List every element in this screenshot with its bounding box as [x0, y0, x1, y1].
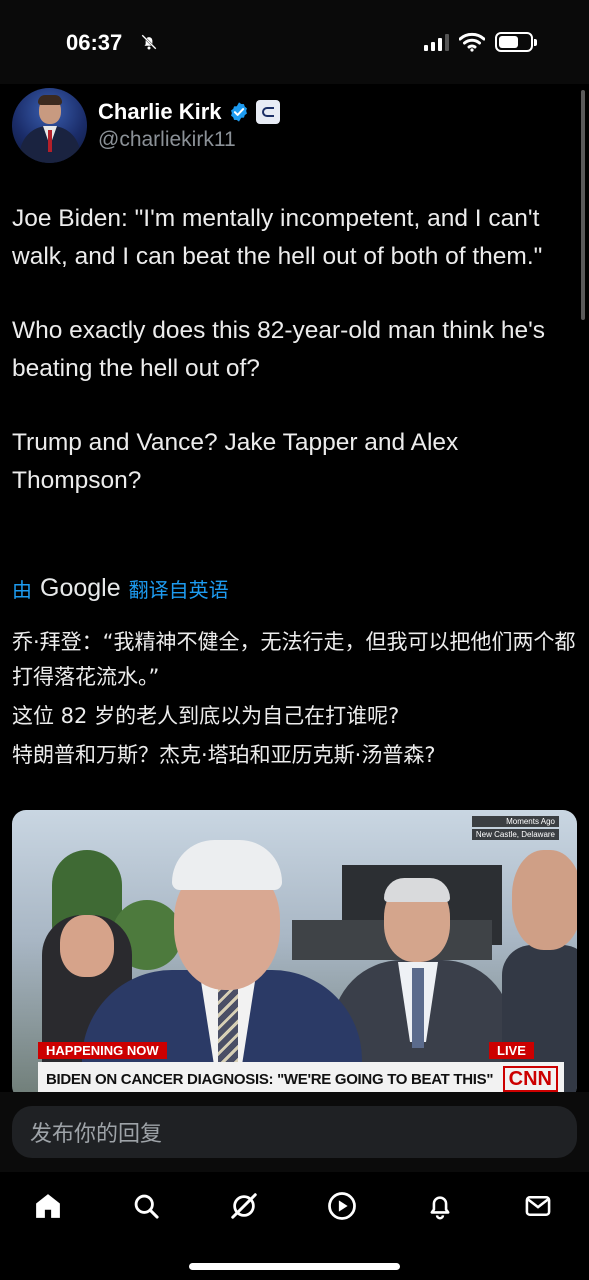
- news-chyron: BIDEN ON CANCER DIAGNOSIS: "WE'RE GOING …: [38, 1062, 564, 1096]
- tweet-paragraph: Who exactly does this 82-year-old man th…: [12, 317, 552, 382]
- verified-badge-icon[interactable]: [228, 101, 250, 123]
- video-subject: [82, 840, 362, 1100]
- translation-prefix: 由: [12, 578, 32, 602]
- signal-icon: [424, 33, 449, 51]
- moments-ago-label: Moments Ago: [471, 816, 559, 827]
- wifi-icon: [459, 32, 485, 52]
- status-bar: 06:37: [0, 0, 589, 84]
- chyron-text: BIDEN ON CANCER DIAGNOSIS: "WE'RE GOING …: [46, 1070, 494, 1088]
- notifications-icon[interactable]: [420, 1186, 460, 1226]
- tweet-paragraph: Joe Biden: "I'm mentally incompetent, an…: [12, 205, 547, 270]
- author-handle[interactable]: @charliekirk11: [98, 128, 280, 152]
- reply-placeholder: 发布你的回复: [30, 1122, 163, 1147]
- reply-composer-bar: 发布你的回复: [0, 1092, 589, 1172]
- search-icon[interactable]: [126, 1186, 166, 1226]
- happening-now-badge: HAPPENING NOW: [38, 1042, 167, 1059]
- live-badge: LIVE: [489, 1042, 534, 1059]
- tweet-paragraph: Trump and Vance? Jake Tapper and Alex Th…: [12, 429, 465, 494]
- home-indicator[interactable]: [189, 1263, 400, 1270]
- author-text: Charlie Kirk @charliekirk11: [98, 99, 280, 152]
- messages-icon[interactable]: [518, 1186, 558, 1226]
- tweet-author[interactable]: Charlie Kirk @charliekirk11: [12, 88, 280, 163]
- affiliation-badge-icon[interactable]: [255, 100, 280, 124]
- author-name-row: Charlie Kirk: [98, 99, 280, 125]
- author-name[interactable]: Charlie Kirk: [98, 99, 222, 125]
- google-logo: Google: [40, 574, 121, 602]
- location-label: New Castle, Delaware: [471, 829, 559, 840]
- video-icon[interactable]: [322, 1186, 362, 1226]
- video-location-overlay: Moments Ago New Castle, Delaware: [471, 816, 559, 842]
- status-time: 06:37: [66, 30, 123, 55]
- home-icon[interactable]: [28, 1186, 68, 1226]
- cnn-logo: CNN: [502, 1066, 558, 1092]
- grok-icon[interactable]: [224, 1186, 264, 1226]
- translated-paragraph: 特朗普和万斯？杰克·塔珀和亚历克斯·汤普森?: [12, 743, 436, 767]
- bell-off-icon: [141, 34, 157, 50]
- translation-attribution[interactable]: 由 Google 翻译自英语: [12, 574, 229, 603]
- translated-text: 乔·拜登：“我精神不健全，无法行走，但我可以把他们两个都打得落花流水。” 这位 …: [12, 625, 582, 773]
- avatar[interactable]: [12, 88, 87, 163]
- translated-paragraph: 这位 82 岁的老人到底以为自己在打谁呢?: [12, 704, 400, 728]
- battery-icon: [495, 32, 537, 52]
- translated-paragraph: 乔·拜登：“我精神不健全，无法行走，但我可以把他们两个都打得落花流水。”: [12, 630, 576, 689]
- status-indicators: [424, 32, 537, 52]
- translation-suffix: 翻译自英语: [128, 578, 229, 602]
- video-player[interactable]: Moments Ago New Castle, Delaware HAPPENI…: [12, 810, 577, 1100]
- tweet-body: Joe Biden: "I'm mentally incompetent, an…: [12, 200, 582, 499]
- reply-input[interactable]: 发布你的回复: [12, 1106, 577, 1158]
- bottom-tab-bar: [0, 1172, 589, 1280]
